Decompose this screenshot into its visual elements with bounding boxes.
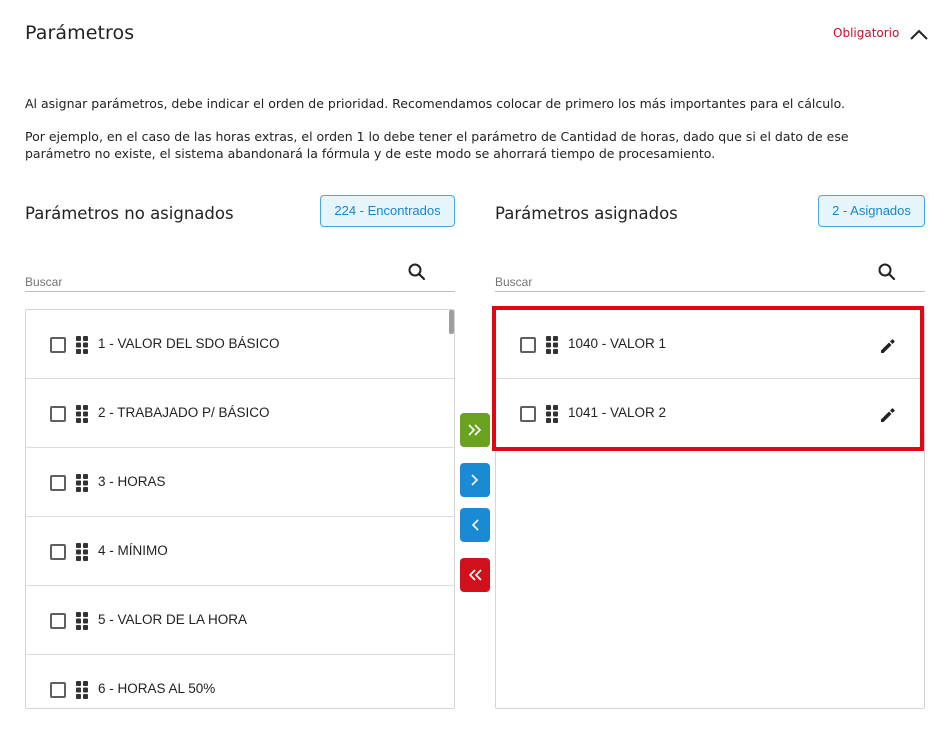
item-checkbox[interactable]: [50, 475, 66, 491]
chevron-left-icon: [471, 519, 479, 531]
list-item[interactable]: 5 - VALOR DE LA HORA: [26, 586, 454, 655]
drag-handle-icon[interactable]: [76, 612, 88, 630]
unassigned-title: Parámetros no asignados: [25, 204, 234, 223]
section-title: Parámetros: [25, 22, 135, 44]
assigned-search-input[interactable]: [495, 275, 865, 289]
assign-selected-button[interactable]: [460, 463, 490, 497]
drag-handle-icon[interactable]: [76, 336, 88, 354]
item-label: 1041 - VALOR 2: [568, 405, 667, 420]
drag-handle-icon[interactable]: [76, 405, 88, 423]
item-checkbox[interactable]: [520, 337, 536, 353]
unassigned-search-input[interactable]: [25, 275, 395, 289]
drag-handle-icon[interactable]: [76, 474, 88, 492]
item-checkbox[interactable]: [50, 613, 66, 629]
item-label: 2 - TRABAJADO P/ BÁSICO: [98, 405, 270, 420]
unassigned-search: [25, 262, 455, 292]
item-checkbox[interactable]: [50, 682, 66, 698]
unassign-selected-button[interactable]: [460, 508, 490, 542]
unassigned-list: 1 - VALOR DEL SDO BÁSICO 2 - TRABAJADO P…: [25, 309, 455, 709]
item-checkbox[interactable]: [50, 406, 66, 422]
assign-all-button[interactable]: [460, 413, 490, 447]
drag-handle-icon[interactable]: [76, 543, 88, 561]
search-icon[interactable]: [877, 262, 897, 282]
item-label: 3 - HORAS: [98, 474, 166, 489]
assigned-title: Parámetros asignados: [495, 204, 678, 223]
drag-handle-icon[interactable]: [76, 681, 88, 699]
drag-handle-icon[interactable]: [546, 336, 558, 354]
item-checkbox[interactable]: [50, 337, 66, 353]
assigned-list: 1040 - VALOR 1 1041 - VALOR 2: [495, 309, 925, 709]
item-label: 6 - HORAS AL 50%: [98, 681, 216, 696]
assigned-count-badge: 2 - Asignados: [818, 195, 925, 227]
list-item[interactable]: 1 - VALOR DEL SDO BÁSICO: [26, 310, 454, 379]
unassign-all-button[interactable]: [460, 558, 490, 592]
item-checkbox[interactable]: [520, 406, 536, 422]
list-item[interactable]: 6 - HORAS AL 50%: [26, 655, 454, 708]
chevron-right-icon: [471, 474, 479, 486]
drag-handle-icon[interactable]: [546, 405, 558, 423]
list-item[interactable]: 2 - TRABAJADO P/ BÁSICO: [26, 379, 454, 448]
priority-description: Al asignar parámetros, debe indicar el o…: [25, 96, 846, 111]
chevron-up-icon: [910, 29, 928, 40]
list-item[interactable]: 1041 - VALOR 2: [496, 379, 924, 448]
list-item[interactable]: 1040 - VALOR 1: [496, 310, 924, 379]
list-item[interactable]: 3 - HORAS: [26, 448, 454, 517]
list-item[interactable]: 4 - MÍNIMO: [26, 517, 454, 586]
edit-icon[interactable]: [878, 405, 898, 425]
item-checkbox[interactable]: [50, 544, 66, 560]
assigned-search: [495, 262, 925, 292]
item-label: 1 - VALOR DEL SDO BÁSICO: [98, 336, 280, 351]
item-label: 4 - MÍNIMO: [98, 543, 168, 558]
example-description: Por ejemplo, en el caso de las horas ext…: [25, 129, 849, 161]
item-label: 5 - VALOR DE LA HORA: [98, 612, 248, 627]
double-chevron-right-icon: [468, 424, 482, 436]
edit-icon[interactable]: [878, 336, 898, 356]
found-count-badge: 224 - Encontrados: [320, 195, 455, 227]
double-chevron-left-icon: [468, 569, 482, 581]
required-label: Obligatorio: [833, 26, 900, 40]
search-icon[interactable]: [407, 262, 427, 282]
item-label: 1040 - VALOR 1: [568, 336, 667, 351]
collapse-button[interactable]: [908, 24, 930, 44]
